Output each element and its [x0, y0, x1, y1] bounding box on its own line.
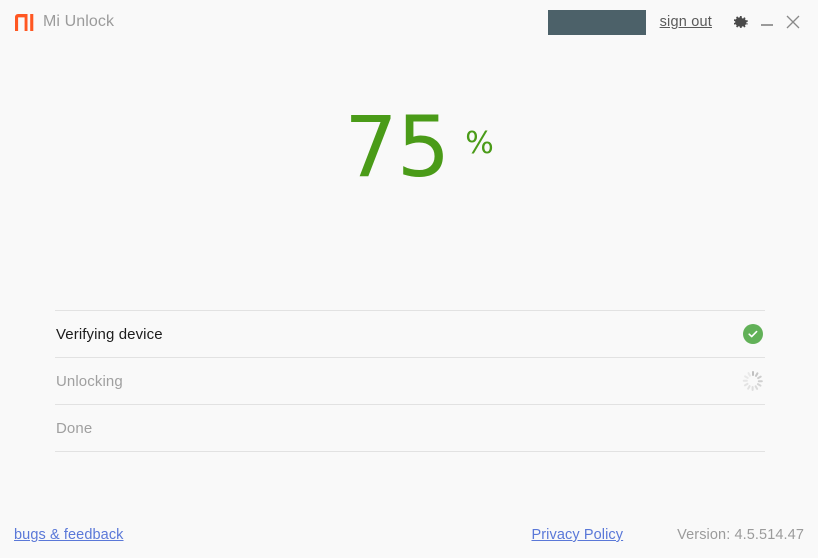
minimize-icon[interactable] — [756, 11, 778, 33]
check-circle-icon — [743, 324, 763, 344]
app-brand: Mi Unlock — [15, 13, 114, 31]
progress-percentage: 75 % — [0, 98, 818, 196]
footer-right: Privacy Policy Version: 4.5.514.47 — [531, 527, 804, 543]
progress-percentage-inner: 75 % — [344, 98, 494, 196]
mi-logo-icon — [15, 13, 35, 31]
app-title: Mi Unlock — [43, 13, 115, 30]
footer: bugs & feedback Privacy Policy Version: … — [0, 512, 818, 558]
privacy-policy-link[interactable]: Privacy Policy — [531, 527, 623, 543]
footer-left: bugs & feedback — [14, 526, 124, 544]
step-row: Verifying device — [55, 311, 765, 358]
titlebar-controls: sign out — [547, 9, 808, 35]
step-label: Verifying device — [56, 325, 163, 343]
progress-unit: % — [465, 126, 494, 161]
steps-list: Verifying device Unlocking Done — [55, 310, 765, 452]
step-row: Done — [55, 405, 765, 452]
progress-value: 75 — [344, 98, 450, 196]
step-label: Unlocking — [56, 372, 123, 390]
account-name-redacted — [547, 9, 646, 35]
step-label: Done — [56, 419, 93, 437]
close-icon[interactable] — [782, 11, 804, 33]
titlebar: Mi Unlock sign out — [0, 0, 818, 44]
gear-icon[interactable] — [730, 11, 752, 33]
spinner-icon — [742, 371, 763, 391]
version-label: Version: 4.5.514.47 — [677, 527, 804, 543]
sign-out-link[interactable]: sign out — [660, 14, 712, 30]
step-row: Unlocking — [55, 358, 765, 405]
bugs-feedback-link[interactable]: bugs & feedback — [14, 527, 124, 543]
